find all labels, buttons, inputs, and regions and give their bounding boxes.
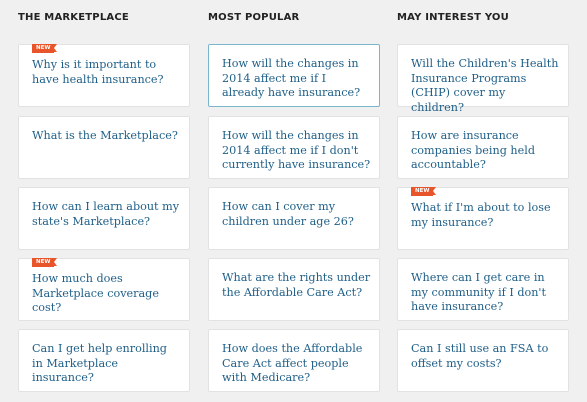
- question-link[interactable]: How much does Marketplace coverage cost?: [32, 272, 181, 316]
- question-link[interactable]: How can I learn about my state's Marketp…: [32, 200, 181, 229]
- question-link[interactable]: How will the changes in 2014 affect me i…: [222, 129, 371, 173]
- column-title: THE MARKETPLACE: [18, 12, 129, 23]
- new-badge: NEW: [411, 187, 437, 196]
- column-title: MAY INTEREST YOU: [397, 12, 509, 23]
- question-card[interactable]: Can I still use an FSA to offset my cost…: [397, 329, 569, 392]
- question-card[interactable]: What is the Marketplace?: [18, 116, 190, 179]
- question-card[interactable]: NEW Why is it important to have health i…: [18, 44, 190, 107]
- question-card[interactable]: What are the rights under the Affordable…: [208, 258, 380, 321]
- column-title: MOST POPULAR: [208, 12, 300, 23]
- question-card[interactable]: How will the changes in 2014 affect me i…: [208, 44, 380, 107]
- question-link[interactable]: Will the Children's Health Insurance Pro…: [411, 57, 560, 115]
- question-card[interactable]: How can I cover my children under age 26…: [208, 187, 380, 250]
- new-badge: NEW: [32, 258, 58, 267]
- question-card[interactable]: Can I get help enrolling in Marketplace …: [18, 329, 190, 392]
- question-card[interactable]: How will the changes in 2014 affect me i…: [208, 116, 380, 179]
- question-card[interactable]: Where can I get care in my community if …: [397, 258, 569, 321]
- question-card[interactable]: How does the Affordable Care Act affect …: [208, 329, 380, 392]
- question-link[interactable]: How are insurance companies being held a…: [411, 129, 560, 173]
- question-card[interactable]: NEW How much does Marketplace coverage c…: [18, 258, 190, 321]
- question-link[interactable]: How will the changes in 2014 affect me i…: [222, 57, 371, 101]
- question-link[interactable]: What are the rights under the Affordable…: [222, 271, 371, 300]
- question-card[interactable]: Will the Children's Health Insurance Pro…: [397, 44, 569, 114]
- question-card[interactable]: How can I learn about my state's Marketp…: [18, 187, 190, 250]
- new-badge: NEW: [32, 44, 58, 53]
- question-link[interactable]: Can I still use an FSA to offset my cost…: [411, 342, 560, 371]
- question-link[interactable]: How does the Affordable Care Act affect …: [222, 342, 371, 386]
- question-link[interactable]: Why is it important to have health insur…: [32, 58, 181, 87]
- question-link[interactable]: Where can I get care in my community if …: [411, 271, 560, 315]
- question-link[interactable]: What if I'm about to lose my insurance?: [411, 201, 560, 230]
- question-link[interactable]: Can I get help enrolling in Marketplace …: [32, 342, 181, 386]
- question-link[interactable]: How can I cover my children under age 26…: [222, 200, 371, 229]
- question-link[interactable]: What is the Marketplace?: [32, 129, 181, 144]
- question-card[interactable]: NEW What if I'm about to lose my insuran…: [397, 187, 569, 250]
- question-card[interactable]: How are insurance companies being held a…: [397, 116, 569, 179]
